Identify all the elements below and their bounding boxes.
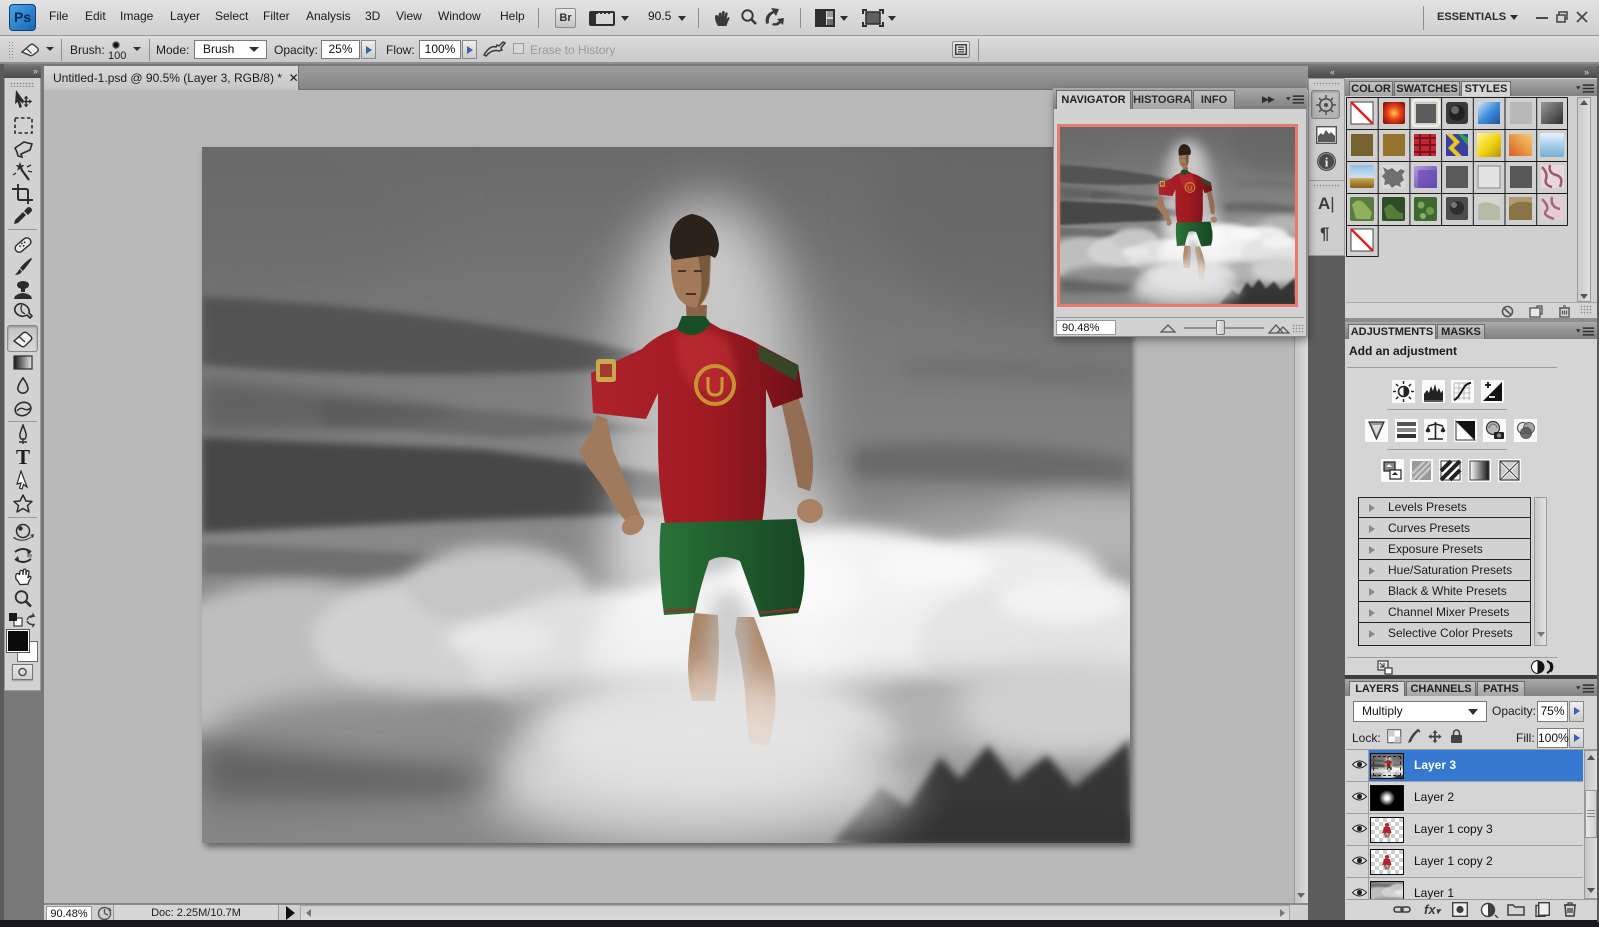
svg-text:i: i [1325, 155, 1329, 170]
